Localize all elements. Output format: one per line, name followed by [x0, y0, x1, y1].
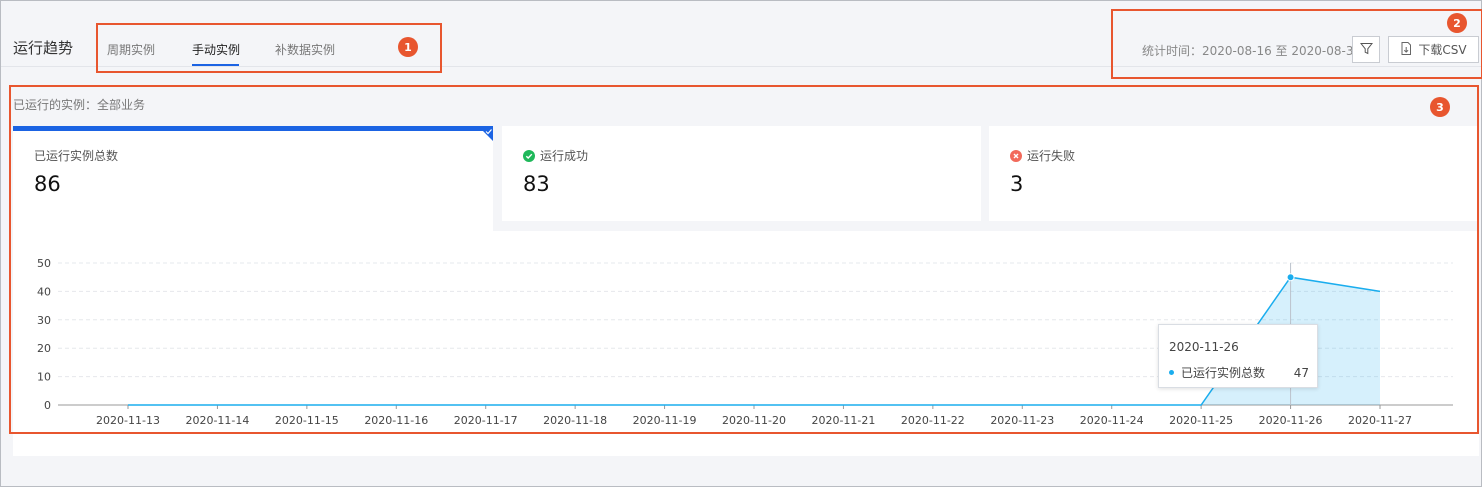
card-value: 3	[1010, 172, 1024, 196]
scope-label: 已运行的实例：全部业务	[13, 98, 146, 112]
page-title: 运行趋势	[13, 39, 74, 57]
x-tick-label: 2020-11-21	[811, 414, 875, 427]
card-total-instances[interactable]: 已运行实例总数 86	[13, 126, 493, 231]
error-circle-icon	[1010, 149, 1022, 162]
statistics-time-range: 统计时间：2020-08-16 至 2020-08-31	[1142, 44, 1362, 58]
card-label: 已运行实例总数	[34, 149, 119, 163]
x-tick-label: 2020-11-25	[1169, 414, 1233, 427]
y-tick-label: 40	[37, 285, 51, 298]
tab-backfill-instances[interactable]: 补数据实例	[275, 41, 335, 58]
download-csv-button[interactable]: 下载CSV	[1388, 36, 1479, 63]
card-success[interactable]: 运行成功 83	[502, 126, 981, 221]
card-active-bar	[13, 126, 493, 131]
active-tab-indicator	[192, 64, 239, 66]
card-value: 86	[34, 172, 61, 196]
trend-header: 运行趋势 周期实例 手动实例 补数据实例 统计时间：2020-08-16 至 2…	[1, 1, 1482, 67]
annotation-badge-1: 1	[398, 37, 418, 57]
x-tick-label: 2020-11-16	[364, 414, 428, 427]
x-tick-label: 2020-11-13	[96, 414, 160, 427]
tab-periodic-instances[interactable]: 周期实例	[107, 41, 155, 58]
x-tick-label: 2020-11-23	[990, 414, 1054, 427]
tooltip-value: 47	[1293, 365, 1309, 380]
selected-check-icon	[479, 126, 493, 141]
tooltip-row: 已运行实例总数 47	[1169, 364, 1309, 381]
annotation-badge-2: 2	[1447, 13, 1467, 33]
x-tick-label: 2020-11-27	[1348, 414, 1412, 427]
x-tick-label: 2020-11-14	[185, 414, 249, 427]
y-tick-label: 10	[37, 371, 51, 384]
card-failure[interactable]: 运行失败 3	[989, 126, 1479, 221]
tab-manual-instances[interactable]: 手动实例	[192, 41, 240, 58]
y-tick-label: 20	[37, 342, 51, 355]
download-csv-label: 下载CSV	[1418, 43, 1467, 57]
annotation-badge-3: 3	[1430, 97, 1450, 117]
x-tick-label: 2020-11-18	[543, 414, 607, 427]
filter-button[interactable]	[1352, 36, 1380, 63]
x-tick-label: 2020-11-17	[454, 414, 518, 427]
tooltip-date: 2020-11-26	[1169, 340, 1239, 354]
y-tick-label: 30	[37, 314, 51, 327]
x-tick-label: 2020-11-15	[275, 414, 339, 427]
tooltip-series-label: 已运行实例总数	[1181, 366, 1266, 380]
x-tick-label: 2020-11-22	[901, 414, 965, 427]
card-value: 83	[523, 172, 550, 196]
highlighted-point	[1286, 273, 1295, 282]
x-tick-label: 2020-11-19	[633, 414, 697, 427]
y-tick-label: 50	[37, 257, 51, 270]
card-label: 运行成功	[523, 147, 588, 164]
x-tick-label: 2020-11-20	[722, 414, 786, 427]
series-marker	[1169, 370, 1174, 375]
x-tick-label: 2020-11-26	[1259, 414, 1323, 427]
filter-icon	[1359, 40, 1373, 59]
card-label: 运行失败	[1010, 147, 1075, 164]
chart-tooltip: 2020-11-26 已运行实例总数 47	[1158, 324, 1318, 388]
y-tick-label: 0	[44, 399, 51, 412]
file-download-icon	[1400, 41, 1412, 58]
check-circle-icon	[523, 149, 535, 162]
x-tick-label: 2020-11-24	[1080, 414, 1144, 427]
